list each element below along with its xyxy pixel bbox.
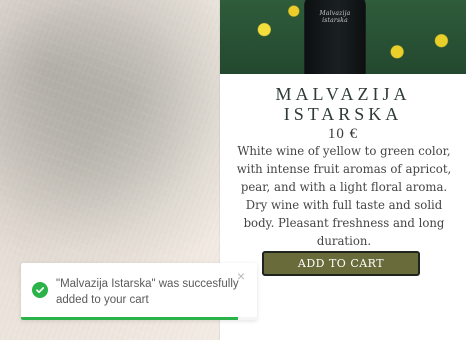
product-price: 10 € (327, 126, 359, 142)
product-hero-image: Malvazija istarska (220, 0, 466, 74)
toast-progress-bar (21, 317, 239, 320)
toast-message: "Malvazija Istarska" was succesfully add… (56, 278, 239, 306)
check-circle-icon (32, 282, 48, 298)
bottle-label: Malvazija istarska (319, 10, 351, 24)
product-title: MALVAZIJA ISTARSKA (275, 84, 411, 124)
wine-bottle-image: Malvazija istarska (304, 0, 366, 74)
product-description: White wine of yellow to green color, wit… (236, 144, 452, 248)
added-to-cart-toast: "Malvazija Istarska" was succesfully add… (21, 263, 257, 320)
toast-progress-track (21, 317, 257, 320)
add-to-cart-button[interactable]: ADD TO CART (262, 251, 420, 276)
toast-close-icon[interactable]: × (233, 268, 249, 284)
